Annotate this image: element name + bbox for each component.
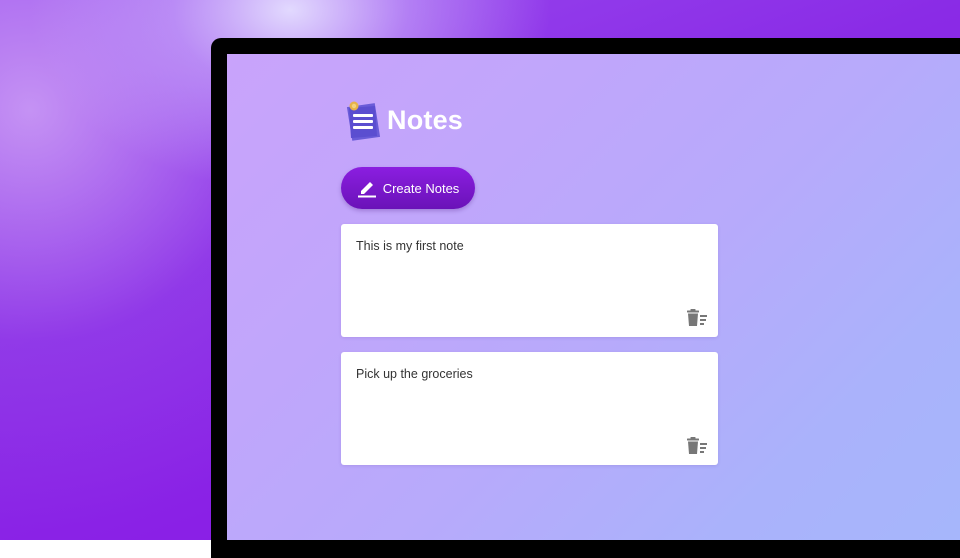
note-text[interactable]: Pick up the groceries	[356, 367, 473, 381]
note-card[interactable]: This is my first note	[341, 224, 718, 337]
trash-icon[interactable]	[686, 309, 708, 327]
pencil-icon	[357, 178, 377, 198]
create-notes-label: Create Notes	[382, 180, 460, 196]
app-screen: Notes Create Notes This is my first note…	[227, 54, 960, 540]
note-card[interactable]: Pick up the groceries	[341, 352, 718, 465]
create-notes-button[interactable]: Create Notes	[341, 167, 475, 209]
app-header: Notes	[345, 100, 464, 141]
trash-icon[interactable]	[686, 437, 708, 455]
note-text[interactable]: This is my first note	[356, 239, 464, 253]
notepad-icon	[345, 100, 381, 141]
app-title: Notes	[387, 104, 464, 135]
